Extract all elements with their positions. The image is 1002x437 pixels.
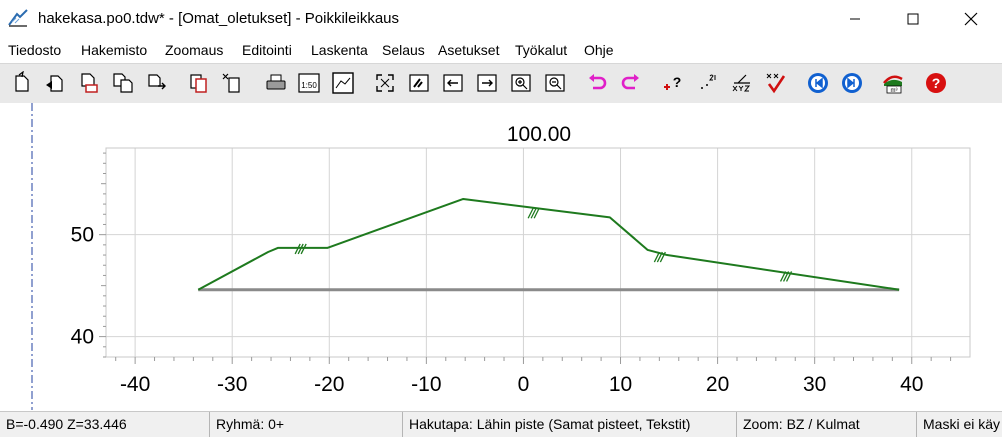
volume-icon[interactable]: m³ [882, 71, 906, 95]
undo-icon[interactable] [585, 71, 609, 95]
status-group: Ryhmä: 0+ [210, 412, 403, 437]
plot-frame [99, 147, 971, 364]
cross-section-chart: -40 -30 -20 -10 0 10 20 30 40 40 50 100.00 [31, 103, 971, 410]
save-icon[interactable] [77, 71, 101, 95]
open-previous-icon[interactable] [43, 71, 67, 95]
maximize-button[interactable] [884, 0, 942, 38]
scale-label: 1:50 [301, 81, 317, 90]
app-icon [8, 9, 28, 27]
menu-laskenta[interactable]: Laskenta [311, 42, 368, 58]
window-title: hakekasa.po0.tdw* - [Omat_oletukset] - P… [38, 10, 400, 27]
x-tick-label: -10 [411, 373, 441, 396]
status-coordinates: B=-0.490 Z=33.446 [0, 412, 210, 437]
copy-icon[interactable] [187, 71, 211, 95]
x-tick-label: -30 [217, 373, 247, 396]
x-tick-label: 40 [900, 373, 923, 396]
svg-text:?: ? [932, 75, 941, 91]
cross-section-canvas[interactable]: -40 -30 -20 -10 0 10 20 30 40 40 50 100.00 [0, 103, 1002, 410]
menu-selaus[interactable]: Selaus [382, 42, 425, 58]
zoom-area-icon[interactable] [407, 71, 431, 95]
save-as-icon[interactable] [111, 71, 135, 95]
status-zoom: Zoom: BZ / Kulmat [737, 412, 917, 437]
minimize-icon [850, 18, 860, 20]
menu-zoomaus[interactable]: Zoomaus [165, 42, 223, 58]
y-tick-label: 50 [71, 224, 94, 247]
paste-icon[interactable] [220, 71, 244, 95]
open-icon[interactable] [10, 71, 34, 95]
menu-tyokalut[interactable]: Työkalut [515, 42, 567, 58]
close-button[interactable] [942, 0, 1000, 38]
coordinates-icon[interactable] [730, 71, 754, 95]
slope-mark [527, 207, 540, 219]
close-icon [964, 12, 978, 26]
zoom-out-icon[interactable] [543, 71, 567, 95]
section-title: 100.00 [507, 123, 571, 146]
print-preview-icon[interactable] [331, 71, 355, 95]
zoom-fit-icon[interactable] [373, 71, 397, 95]
x-tick-label: 10 [609, 373, 632, 396]
status-mask: Maski ei käy [923, 416, 1001, 432]
toolbar: 1:50 ? m³ ? [0, 63, 1002, 104]
maximize-icon [907, 13, 919, 25]
menu-hakemisto[interactable]: Hakemisto [81, 42, 147, 58]
scale-icon[interactable]: 1:50 [297, 71, 321, 95]
print-icon[interactable] [264, 71, 288, 95]
zoom-in-icon[interactable] [509, 71, 533, 95]
x-tick-label: 20 [706, 373, 729, 396]
x-tick-label: 30 [803, 373, 826, 396]
y-tick-label: 40 [71, 326, 94, 349]
svg-text:m³: m³ [891, 88, 898, 94]
menu-asetukset[interactable]: Asetukset [438, 42, 499, 58]
menu-bar: Tiedosto Hakemisto Zoomaus Editointi Las… [0, 38, 1002, 63]
tick-labels: -40 -30 -20 -10 0 10 20 30 40 40 50 [71, 224, 924, 396]
pan-right-icon[interactable] [475, 71, 499, 95]
point-numbers-icon[interactable] [696, 71, 720, 95]
minimize-button[interactable] [826, 0, 884, 38]
menu-editointi[interactable]: Editointi [242, 42, 292, 58]
add-point-icon[interactable]: ? [662, 71, 686, 95]
next-section-icon[interactable] [840, 71, 864, 95]
x-tick-label: -40 [120, 373, 150, 396]
check-icon[interactable] [764, 71, 788, 95]
x-tick-label: 0 [518, 373, 530, 396]
redo-icon[interactable] [619, 71, 643, 95]
plot-border [105, 147, 971, 358]
previous-section-icon[interactable] [806, 71, 830, 95]
svg-text:?: ? [673, 74, 682, 90]
title-bar: hakekasa.po0.tdw* - [Omat_oletukset] - P… [0, 0, 1002, 38]
menu-tiedosto[interactable]: Tiedosto [8, 42, 61, 58]
help-icon[interactable]: ? [924, 71, 948, 95]
status-search-mode: Hakutapa: Lähin piste (Samat pisteet, Te… [403, 412, 737, 437]
slope-mark [294, 243, 307, 255]
status-bar: B=-0.490 Z=33.446 Ryhmä: 0+ Hakutapa: Lä… [0, 411, 1002, 437]
slope-marks [294, 207, 793, 282]
menu-ohje[interactable]: Ohje [584, 42, 614, 58]
x-tick-label: -20 [314, 373, 344, 396]
export-icon[interactable] [145, 71, 169, 95]
grid [106, 148, 970, 357]
pan-left-icon[interactable] [441, 71, 465, 95]
